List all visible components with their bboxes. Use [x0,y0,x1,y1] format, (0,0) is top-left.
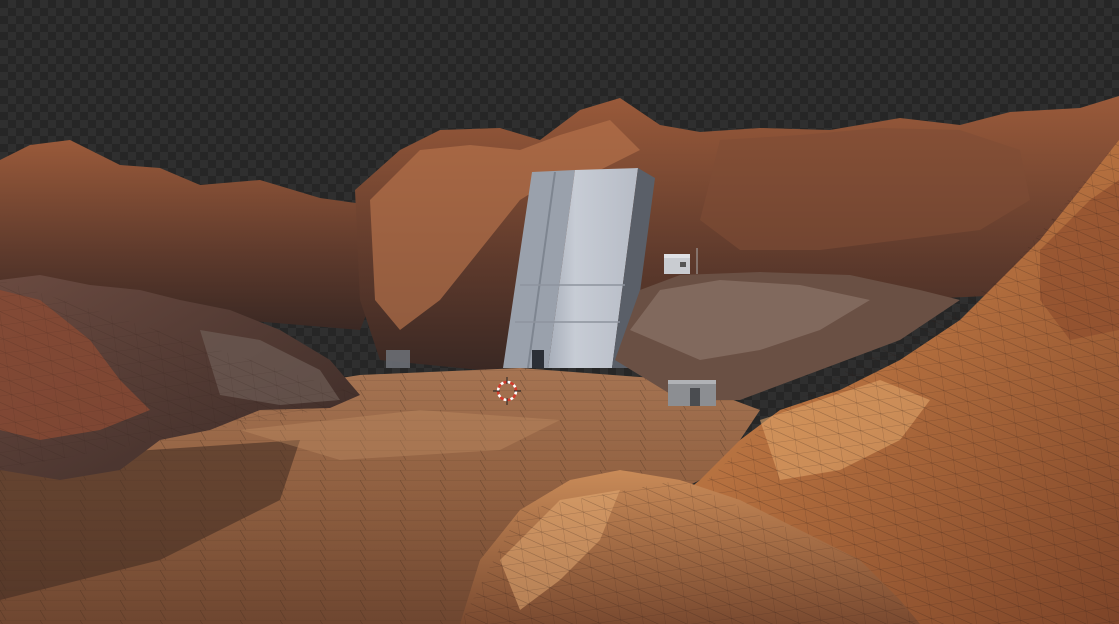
scene-render [0,96,1119,624]
small-shed-lower [668,380,716,406]
small-crate [386,350,410,368]
3d-viewport[interactable] [0,0,1119,624]
